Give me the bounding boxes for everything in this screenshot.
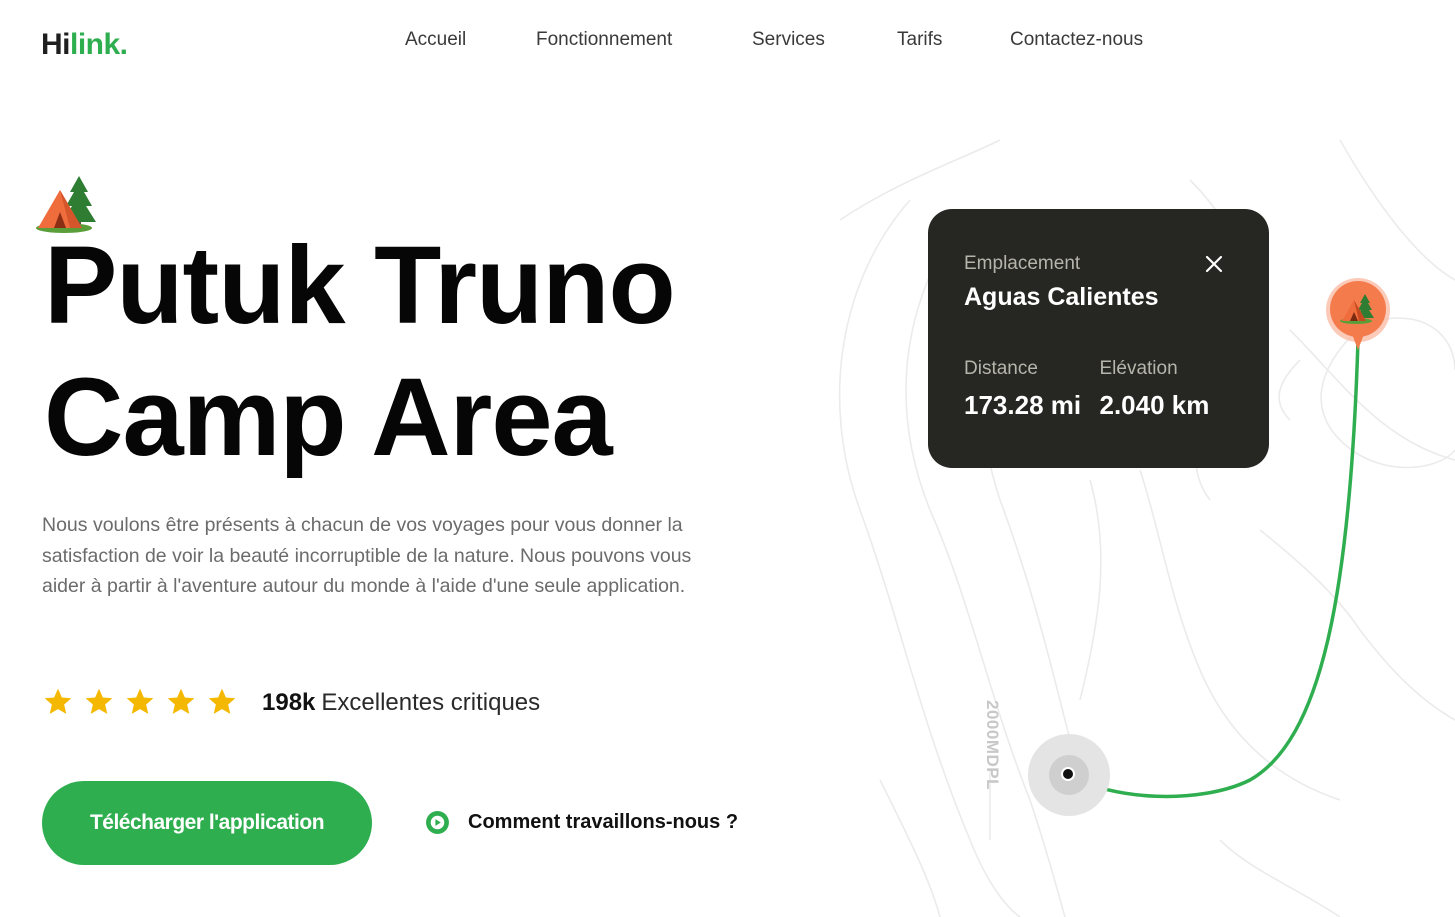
rating-stars [42, 686, 238, 718]
elevation-label: Elévation [1099, 358, 1178, 379]
star-icon [85, 688, 113, 714]
review-summary: 198k Excellentes critiques [262, 689, 540, 717]
location-stats: Distance 173.28 mi Elévation 2.040 km [964, 358, 1235, 421]
play-icon [426, 811, 449, 834]
location-label: Emplacement [964, 253, 1081, 274]
star-icon [44, 688, 72, 714]
location-card: Emplacement Aguas Calientes Distance 173… [928, 209, 1269, 468]
logo-part-dark: Hi [41, 28, 71, 61]
review-count: 198k [262, 689, 316, 716]
star-icon [208, 688, 236, 714]
hero-description: Nous voulons être présents à chacun de v… [42, 514, 692, 597]
hero-title-line1: Putuk Truno [44, 224, 676, 347]
elevation-value: 2.040 km [1099, 390, 1210, 420]
altitude-label: 2000MDPL [983, 700, 1002, 790]
distance-value: 173.28 mi [964, 390, 1082, 420]
review-text: Excellentes critiques [321, 689, 541, 716]
nav-link-accueil[interactable]: Accueil [405, 29, 466, 51]
current-position-marker[interactable] [1028, 734, 1110, 816]
distance-label: Distance [964, 358, 1038, 379]
brand-logo[interactable]: Hilink. [41, 28, 128, 62]
how-we-work-label: Comment travaillons-nous ? [468, 811, 739, 833]
close-icon[interactable] [1205, 255, 1223, 273]
topographic-map [838, 139, 1455, 917]
star-icon [126, 688, 154, 714]
elevation-stat: Elévation 2.040 km [1100, 358, 1236, 421]
how-we-work-link[interactable]: Comment travaillons-nous ? [425, 810, 738, 835]
nav-link-contact[interactable]: Contactez-nous [1010, 29, 1143, 51]
hero-title: Putuk Truno Camp Area [44, 220, 676, 484]
location-pin-icon[interactable] [1324, 276, 1392, 354]
star-icon [167, 688, 195, 714]
download-app-button[interactable]: Télécharger l'application [42, 781, 372, 865]
distance-stat: Distance 173.28 mi [964, 358, 1100, 421]
nav-link-fonctionnement[interactable]: Fonctionnement [536, 29, 672, 51]
nav-link-services[interactable]: Services [752, 29, 825, 51]
logo-part-green: link. [70, 28, 128, 61]
location-name: Aguas Calientes [964, 283, 1159, 311]
hero-title-line2: Camp Area [44, 356, 613, 479]
nav-link-tarifs[interactable]: Tarifs [897, 29, 942, 51]
